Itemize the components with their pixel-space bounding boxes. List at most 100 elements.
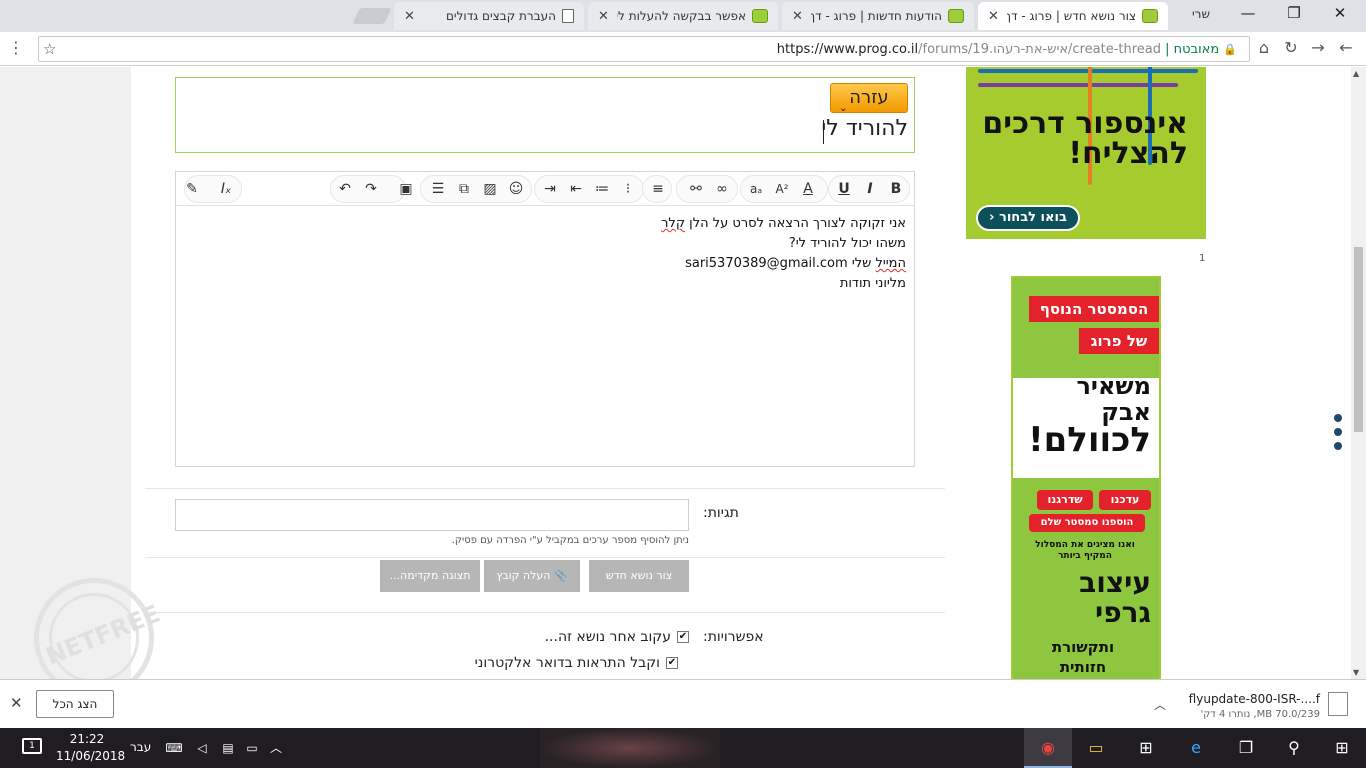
italic-icon[interactable]: I: [858, 177, 882, 201]
network-icon[interactable]: ▤: [216, 736, 240, 760]
tab-create-thread[interactable]: צור נושא חדש | פרוג - דף ✕: [978, 2, 1168, 30]
chevron-up-icon[interactable]: ︿: [1154, 696, 1166, 713]
maximize-window-icon[interactable]: ❐: [1274, 4, 1314, 22]
option-watch-thread[interactable]: ✔ עקוב אחר נושא זה...: [545, 629, 689, 645]
search-icon[interactable]: ⚲: [1282, 736, 1306, 760]
clock-date[interactable]: 11/06/2018: [56, 749, 125, 763]
save-draft-icon[interactable]: ▣: [394, 177, 418, 201]
ad1-cta-button[interactable]: בואו לבחור ‹: [976, 205, 1080, 231]
upload-file-button[interactable]: 📎 העלה קובץ: [484, 560, 580, 592]
tags-input[interactable]: [175, 499, 689, 531]
ad-banner-semester[interactable]: הסמסטר הנוסף של פרוג משאיר אבק לכוולם! ע…: [1011, 276, 1161, 679]
close-window-icon[interactable]: ✕: [1320, 4, 1360, 22]
text-color-icon[interactable]: A: [796, 177, 820, 201]
download-bar: ✕ הצג הכל ︿ flyupdate-800-ISR-....f 70.0…: [0, 679, 1366, 728]
undo-icon[interactable]: ↶: [333, 177, 357, 201]
prog-icon: [1142, 9, 1158, 23]
windows-start-icon[interactable]: ⊞: [1330, 736, 1354, 760]
preview-button[interactable]: תצוגה מקדימה...: [380, 560, 480, 592]
quote-icon[interactable]: ☰: [426, 177, 450, 201]
message-line: מליוני תודות: [206, 274, 906, 294]
create-thread-button[interactable]: צור נושא חדש: [589, 560, 689, 592]
unlink-icon[interactable]: ⚯: [684, 177, 708, 201]
address-bar[interactable]: ☆ https://www.prog.co.il/forums/19.איש-א…: [38, 36, 1250, 62]
link-icon[interactable]: ∞: [710, 177, 734, 201]
input-language[interactable]: עבר: [130, 740, 151, 754]
divider: [145, 612, 945, 613]
chevron-up-icon[interactable]: ︿: [264, 736, 288, 760]
task-view-icon[interactable]: ❐: [1234, 736, 1258, 760]
windows-taskbar: ⊞ ⚲ ❐ e ⊞ ▭ ◉ ︿ ▭ ▤ ◁ ⌨ עבר 21:22 11/06/…: [0, 728, 1366, 768]
keyboard-icon[interactable]: ⌨: [162, 736, 186, 760]
eraser-icon[interactable]: ✎: [180, 177, 204, 201]
message-text: אני זקוקה לצורך הרצאה לסרט על הלן: [685, 216, 906, 231]
minimize-window-icon[interactable]: —: [1228, 4, 1268, 22]
action-center-icon[interactable]: 1: [22, 738, 42, 754]
underline-icon[interactable]: U: [832, 177, 856, 201]
image-icon[interactable]: ▨: [478, 177, 502, 201]
ad-banner-paths[interactable]: אינספור דרכים להצליח! בואו לבחור ‹: [966, 67, 1206, 239]
chrome-taskbar-button[interactable]: ◉: [1024, 728, 1072, 768]
scrollbar-thumb[interactable]: [1354, 247, 1363, 432]
reload-icon[interactable]: ↻: [1279, 38, 1303, 57]
tab-large-files[interactable]: העברת קבצים גדולים ✕: [394, 2, 584, 30]
editor-toolbar: ✎ Iₓ ↶ ↷ ▣ ☰ ⧉ ▨ ☺ ⇥ ⇤ ≔ ⁝ ≡ ⚯ ∞ aₐ A² A…: [176, 172, 914, 206]
font-family-icon[interactable]: aₐ: [744, 177, 768, 201]
tab-upload-request[interactable]: אפשר בבקשה להעלות לי ✕: [588, 2, 778, 30]
message-editor[interactable]: ✎ Iₓ ↶ ↷ ▣ ☰ ⧉ ▨ ☺ ⇥ ⇤ ≔ ⁝ ≡ ⚯ ∞ aₐ A² A…: [175, 171, 915, 467]
ad2-small-text: ואנו מציגים את המסלול המקיף ביותר: [1035, 540, 1135, 561]
forward-icon[interactable]: →: [1306, 38, 1330, 57]
page-scrollbar[interactable]: ▲ ▼: [1351, 67, 1366, 679]
url-path: /forums/19.איש-את-רעהו/create-thread: [918, 42, 1161, 57]
file-explorer-icon[interactable]: ▭: [1084, 736, 1108, 760]
indent-icon[interactable]: ⇥: [538, 177, 562, 201]
volume-icon[interactable]: ◁: [190, 736, 214, 760]
url-domain: https://www.prog.co.il: [776, 42, 919, 57]
tab-title: הודעות חדשות | פרוג - דף: [810, 9, 942, 23]
option-email-label: וקבל התראות בדואר אלקטרוני: [474, 655, 660, 671]
close-icon[interactable]: ✕: [598, 9, 609, 24]
more-options-icon[interactable]: [1334, 414, 1342, 456]
store-icon[interactable]: ⊞: [1134, 736, 1158, 760]
secure-indicator[interactable]: 🔒 מאובטח |: [1165, 42, 1237, 57]
show-all-downloads-button[interactable]: הצג הכל: [36, 690, 114, 718]
align-icon[interactable]: ≡: [646, 177, 670, 201]
media-icon[interactable]: ⧉: [452, 177, 476, 201]
options-label: אפשרויות:: [703, 629, 764, 645]
home-icon[interactable]: ⌂: [1252, 38, 1276, 57]
remove-format-icon[interactable]: Iₓ: [214, 177, 238, 201]
watch-checkbox[interactable]: ✔: [677, 631, 689, 643]
smiley-icon[interactable]: ☺: [504, 177, 528, 201]
edge-icon[interactable]: e: [1184, 736, 1208, 760]
email-checkbox[interactable]: ✔: [666, 657, 678, 669]
font-size-icon[interactable]: A²: [770, 177, 794, 201]
thread-title-field[interactable]: עזרה ⌄ להוריד לי: [175, 77, 915, 153]
outdent-icon[interactable]: ⇤: [564, 177, 588, 201]
ad2-course-1: עיצוב: [1079, 566, 1151, 599]
numbered-list-icon[interactable]: ≔: [590, 177, 614, 201]
new-tab-button[interactable]: [352, 8, 392, 24]
redo-icon[interactable]: ↷: [359, 177, 383, 201]
tab-new-posts[interactable]: הודעות חדשות | פרוג - דף ✕: [782, 2, 974, 30]
message-line: המייל שלי sari5370389@gmail.com: [206, 254, 906, 274]
ad2-big-3: לכוולם!: [1028, 420, 1151, 460]
back-icon[interactable]: ←: [1334, 38, 1358, 57]
bold-icon[interactable]: B: [884, 177, 908, 201]
download-item[interactable]: ︿ flyupdate-800-ISR-....f 70.0/239 MB, נ…: [1144, 686, 1354, 724]
misspelled-word: קלר: [661, 216, 686, 231]
profile-name[interactable]: שרי: [1192, 7, 1210, 21]
battery-icon[interactable]: ▭: [240, 736, 264, 760]
star-icon[interactable]: ☆: [43, 40, 56, 58]
close-icon[interactable]: ✕: [988, 9, 999, 24]
help-button[interactable]: עזרה ⌄: [830, 83, 908, 114]
message-body[interactable]: אני זקוקה לצורך הרצאה לסרט על הלן קלר מש…: [206, 214, 906, 294]
close-icon[interactable]: ✕: [792, 9, 803, 24]
bullet-list-icon[interactable]: ⁝: [616, 177, 640, 201]
close-icon[interactable]: ✕: [10, 694, 23, 712]
close-icon[interactable]: ✕: [404, 9, 415, 24]
scroll-down-icon[interactable]: ▼: [1353, 668, 1359, 677]
option-email-alerts[interactable]: ✔ וקבל התראות בדואר אלקטרוני: [475, 655, 678, 671]
menu-icon[interactable]: ⋮: [4, 38, 28, 57]
clock-time[interactable]: 21:22: [56, 732, 118, 746]
scroll-up-icon[interactable]: ▲: [1353, 69, 1359, 78]
